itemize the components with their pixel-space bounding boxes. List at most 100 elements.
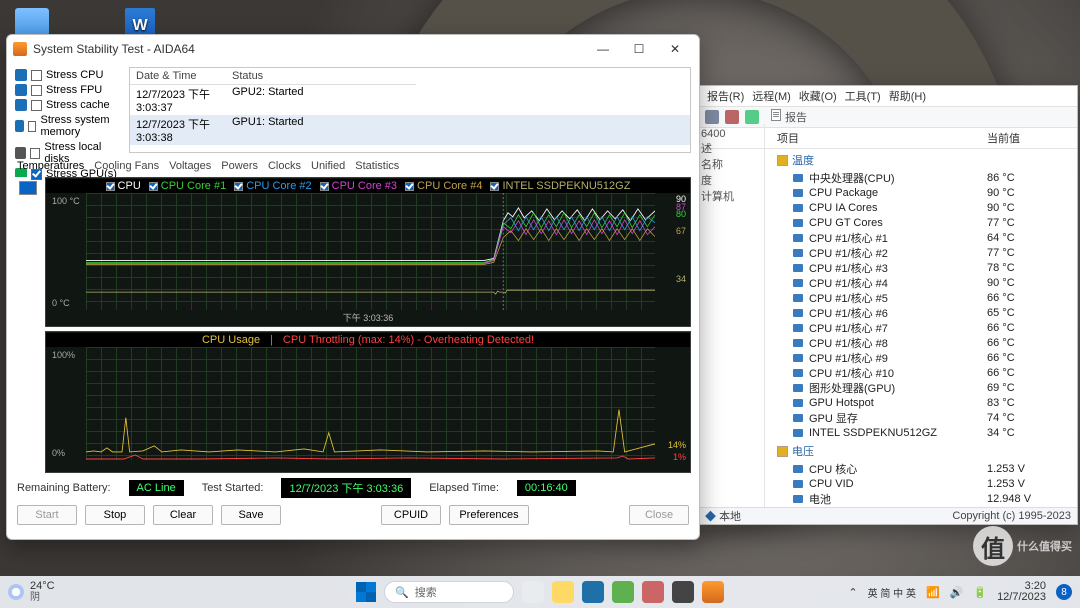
tab-temperatures[interactable]: Temperatures [17, 159, 84, 173]
taskbar-app-icon[interactable] [642, 581, 664, 603]
chart-tabs[interactable]: Temperatures Cooling Fans Voltages Powers Cl… [15, 157, 691, 173]
taskbar-aida-icon[interactable] [702, 581, 724, 603]
hw-menubar[interactable]: 报告(R) 远程(M) 收藏(O) 工具(T) 帮助(H) [699, 86, 1077, 106]
sensor-row[interactable]: CPU #1/核心 #164 °C [771, 230, 1077, 245]
tab-voltages[interactable]: Voltages [169, 159, 211, 173]
checkbox[interactable] [234, 182, 243, 191]
tool-icon[interactable] [745, 110, 759, 124]
tray-chevron-icon[interactable]: ⌃ [848, 586, 857, 599]
chart1-legend[interactable]: CPU CPU Core #1 CPU Core #2 CPU Core #3 CPU … [46, 179, 690, 193]
checkbox[interactable] [490, 182, 499, 191]
taskbar-weather[interactable]: 24°C 阴 [8, 581, 55, 603]
titlebar[interactable]: System Stability Test - AIDA64 — ☐ ✕ [7, 35, 699, 63]
stress-option[interactable]: Stress system memory [15, 114, 123, 138]
taskbar-clock[interactable]: 3:20 12/7/2023 [997, 581, 1046, 603]
stress-option[interactable]: Stress cache [15, 99, 123, 111]
start-button[interactable] [356, 582, 376, 602]
log-row[interactable]: 12/7/2023 下午 3:03:37GPU2: Started [130, 85, 690, 115]
stop-button[interactable]: Stop [85, 505, 145, 525]
save-button[interactable]: Save [221, 505, 281, 525]
ime-indicator[interactable]: 英 简 中 英 [868, 585, 916, 600]
checkbox[interactable] [31, 169, 42, 180]
maximize-button[interactable]: ☐ [621, 35, 657, 63]
sensor-row[interactable]: GPU Hotspot83 °C [771, 395, 1077, 410]
menu-item[interactable]: 帮助(H) [889, 88, 926, 104]
stress-option[interactable]: Stress CPU [15, 69, 123, 81]
sensor-row[interactable]: CPU #1/核心 #378 °C [771, 260, 1077, 275]
sensor-row[interactable]: CPU VID1.253 V [771, 476, 1077, 491]
sensor-row[interactable]: CPU IA Cores90 °C [771, 200, 1077, 215]
menu-item[interactable]: 远程(M) [752, 88, 791, 104]
sensor-row[interactable]: CPU GT Cores77 °C [771, 215, 1077, 230]
tool-icon[interactable] [705, 110, 719, 124]
taskbar-app-icon[interactable] [672, 581, 694, 603]
checkbox[interactable] [405, 182, 414, 191]
stress-option[interactable]: Stress FPU [15, 84, 123, 96]
legend-item[interactable]: CPU Core #3 [320, 180, 397, 192]
sensor-row[interactable]: 中央处理器(CPU)86 °C [771, 170, 1077, 185]
y-min: 0% [52, 448, 65, 458]
start-button[interactable]: Start [17, 505, 77, 525]
minimize-button[interactable]: — [585, 35, 621, 63]
tab-unified[interactable]: Unified [311, 159, 345, 173]
notification-badge[interactable]: 8 [1056, 584, 1072, 600]
menu-item[interactable]: 收藏(O) [799, 88, 837, 104]
checkbox[interactable] [149, 182, 158, 191]
clear-button[interactable]: Clear [153, 505, 213, 525]
legend-item[interactable]: CPU Core #1 [149, 180, 226, 192]
section-title[interactable]: 电压 [771, 440, 1077, 461]
section-title[interactable]: 温度 [771, 149, 1077, 170]
sensor-row[interactable]: CPU #1/核心 #1066 °C [771, 365, 1077, 380]
taskbar-app-icon[interactable] [552, 581, 574, 603]
tab-clocks[interactable]: Clocks [268, 159, 301, 173]
legend-item[interactable]: CPU Core #2 [234, 180, 311, 192]
tab-powers[interactable]: Powers [221, 159, 258, 173]
checkbox[interactable] [31, 70, 42, 81]
sensor-row[interactable]: CPU #1/核心 #490 °C [771, 275, 1077, 290]
legend-item[interactable]: CPU Core #4 [405, 180, 482, 192]
preferences-button[interactable]: Preferences [449, 505, 529, 525]
taskbar[interactable]: 24°C 阴 🔍搜索 ⌃ 英 简 中 英 📶 🔊 🔋 3:20 12/7/202… [0, 576, 1080, 608]
checkbox[interactable] [31, 100, 42, 111]
checkbox[interactable] [320, 182, 329, 191]
checkbox[interactable] [106, 182, 115, 191]
tab-cooling-fans[interactable]: Cooling Fans [94, 159, 159, 173]
menu-item[interactable]: 报告(R) [707, 88, 744, 104]
taskbar-app-icon[interactable] [522, 581, 544, 603]
sensor-row[interactable]: GPU 显存74 °C [771, 410, 1077, 425]
tab-statistics[interactable]: Statistics [355, 159, 399, 173]
sensor-row[interactable]: CPU #1/核心 #277 °C [771, 245, 1077, 260]
legend-item[interactable]: CPU [106, 180, 141, 192]
sensor-row[interactable]: CPU 核心1.253 V [771, 461, 1077, 476]
checkbox[interactable] [31, 85, 42, 96]
sensor-row[interactable]: CPU #1/核心 #665 °C [771, 305, 1077, 320]
battery-icon[interactable]: 🔋 [973, 586, 987, 599]
sensor-row[interactable]: 图形处理器(GPU)69 °C [771, 380, 1077, 395]
checkbox[interactable] [28, 121, 37, 132]
sensor-row[interactable]: CPU #1/核心 #766 °C [771, 320, 1077, 335]
aida-icon [13, 42, 27, 56]
tool-icon[interactable] [725, 110, 739, 124]
legend-item[interactable]: INTEL SSDPEKNU512GZ [490, 180, 630, 192]
sensor-row[interactable]: CPU #1/核心 #866 °C [771, 335, 1077, 350]
wifi-icon[interactable]: 📶 [926, 586, 940, 599]
sensor-icon [793, 384, 803, 392]
taskbar-app-icon[interactable] [612, 581, 634, 603]
sensor-row[interactable]: CPU #1/核心 #966 °C [771, 350, 1077, 365]
volume-icon[interactable]: 🔊 [950, 586, 964, 599]
cpuid-button[interactable]: CPUID [381, 505, 441, 525]
search-box[interactable]: 🔍搜索 [384, 581, 514, 603]
chart-side-toggle[interactable] [15, 177, 41, 473]
hw-tree-panel[interactable]: 6400述名称度计算机 [699, 124, 765, 507]
close-button-bottom[interactable]: Close [629, 505, 689, 525]
sensor-row[interactable]: INTEL SSDPEKNU512GZ34 °C [771, 425, 1077, 440]
sensor-icon [793, 174, 803, 182]
close-button[interactable]: ✕ [657, 35, 693, 63]
menu-item[interactable]: 工具(T) [845, 88, 881, 104]
sensor-row[interactable]: CPU Package90 °C [771, 185, 1077, 200]
sensor-row[interactable]: CPU #1/核心 #566 °C [771, 290, 1077, 305]
sensor-row[interactable]: 电池12.948 V [771, 491, 1077, 506]
hw-copyright: Copyright (c) 1995-2023 [952, 510, 1071, 522]
taskbar-app-icon[interactable] [582, 581, 604, 603]
log-row[interactable]: 12/7/2023 下午 3:03:38GPU1: Started [130, 115, 690, 145]
